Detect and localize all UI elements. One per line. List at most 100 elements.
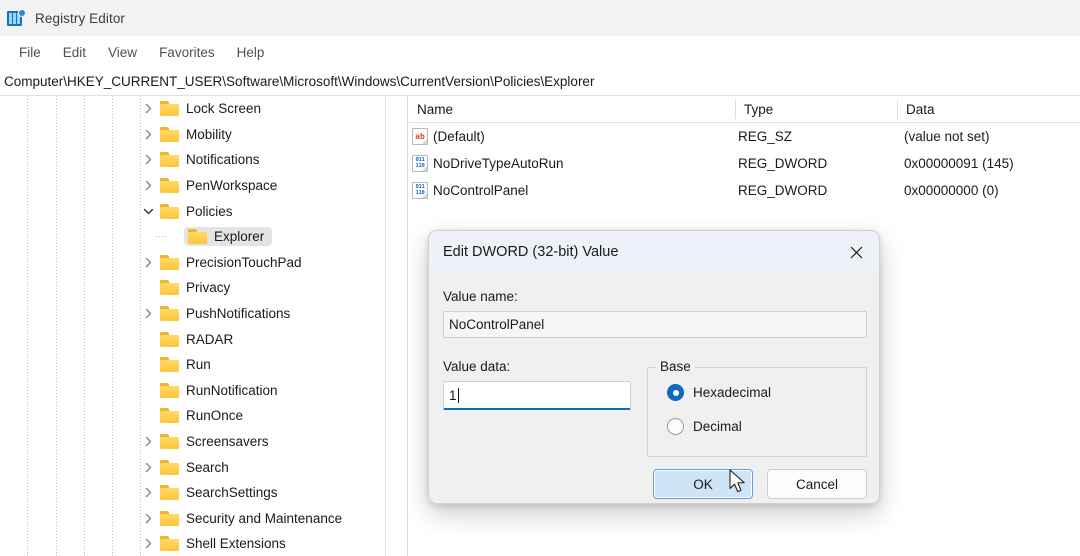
chevron-right-icon[interactable] — [140, 459, 156, 475]
chevron-down-icon[interactable] — [140, 203, 156, 219]
tree-item-label: RADAR — [186, 332, 233, 347]
chevron-right-icon[interactable] — [140, 306, 156, 322]
value-data-cell: 0x00000000 (0) — [904, 177, 1080, 204]
tree-item-content[interactable]: Privacy — [156, 278, 238, 297]
menu-item-help[interactable]: Help — [226, 42, 276, 63]
address-bar[interactable]: Computer\HKEY_CURRENT_USER\Software\Micr… — [0, 68, 1080, 96]
tree-item-explorer[interactable]: Explorer — [0, 224, 385, 250]
tree-item-run[interactable]: Run — [0, 352, 385, 378]
column-header-data[interactable]: Data — [898, 96, 1080, 123]
tree-item-label: Security and Maintenance — [186, 511, 342, 526]
tree-item-label: Mobility — [186, 127, 232, 142]
tree-item-mobility[interactable]: Mobility — [0, 122, 385, 148]
value-data-cell: (value not set) — [904, 123, 1080, 150]
chevron-right-icon[interactable] — [140, 152, 156, 168]
chevron-right-icon[interactable] — [140, 485, 156, 501]
value-data-text: 1 — [449, 388, 457, 403]
tree-item-content[interactable]: RunOnce — [156, 406, 251, 425]
tree-item-precisiontouchpad[interactable]: PrecisionTouchPad — [0, 250, 385, 276]
tree-item-content[interactable]: RunNotification — [156, 381, 286, 400]
radio-hexadecimal-indicator[interactable] — [667, 384, 684, 401]
tree-item-content[interactable]: PushNotifications — [156, 304, 298, 323]
tree-item-shell-extensions[interactable]: Shell Extensions — [0, 531, 385, 556]
tree-item-content[interactable]: Notifications — [156, 150, 268, 169]
value-data-label: Value data: — [443, 359, 510, 374]
tree-item-content[interactable]: Search — [156, 458, 237, 477]
tree-item-searchsettings[interactable]: SearchSettings — [0, 480, 385, 506]
close-icon[interactable] — [833, 231, 879, 273]
tree-item-label: PenWorkspace — [186, 178, 277, 193]
tree-item-content[interactable]: RADAR — [156, 330, 241, 349]
tree-item-content[interactable]: Policies — [156, 202, 241, 221]
tree-item-pushnotifications[interactable]: PushNotifications — [0, 301, 385, 327]
tree-item-runonce[interactable]: RunOnce — [0, 403, 385, 429]
dialog-title: Edit DWORD (32-bit) Value — [443, 244, 618, 260]
chevron-right-icon[interactable] — [140, 101, 156, 117]
tree-item-lock-screen[interactable]: Lock Screen — [0, 96, 385, 122]
folder-icon — [160, 485, 179, 500]
chevron-right-icon[interactable] — [140, 536, 156, 552]
tree-item-label: PushNotifications — [186, 306, 290, 321]
values-list-rows: ab(Default)REG_SZ(value not set)011110No… — [409, 123, 1080, 204]
pane-splitter[interactable] — [385, 96, 408, 556]
menu-bar: File Edit View Favorites Help — [0, 36, 1080, 68]
value-data-input[interactable]: 1 — [443, 381, 631, 410]
tree-item-privacy[interactable]: Privacy — [0, 275, 385, 301]
menu-item-file[interactable]: File — [8, 42, 52, 63]
tree-item-notifications[interactable]: Notifications — [0, 147, 385, 173]
tree-item-runnotification[interactable]: RunNotification — [0, 378, 385, 404]
chevron-right-icon[interactable] — [140, 126, 156, 142]
value-name-cell: 011110NoControlPanel — [412, 177, 735, 204]
tree-item-content[interactable]: Run — [156, 355, 219, 374]
tree-item-content[interactable]: PenWorkspace — [156, 176, 285, 195]
registry-tree-pane[interactable]: Lock Screen Mobility Notifications PenWorks… — [0, 96, 385, 556]
folder-icon — [160, 536, 179, 551]
chevron-right-icon[interactable] — [140, 178, 156, 194]
tree-item-label: Screensavers — [186, 434, 269, 449]
registry-path: Computer\HKEY_CURRENT_USER\Software\Micr… — [4, 74, 594, 89]
folder-icon — [160, 511, 179, 526]
menu-item-view[interactable]: View — [97, 42, 148, 63]
folder-icon — [160, 127, 179, 142]
value-row[interactable]: 011110NoDriveTypeAutoRunREG_DWORD0x00000… — [409, 150, 1080, 177]
tree-item-penworkspace[interactable]: PenWorkspace — [0, 173, 385, 199]
chevron-right-icon[interactable] — [140, 510, 156, 526]
tree-item-security-and-maintenance[interactable]: Security and Maintenance — [0, 506, 385, 532]
radio-decimal-indicator[interactable] — [667, 418, 684, 435]
tree-item-content[interactable]: Security and Maintenance — [156, 509, 350, 528]
ok-button[interactable]: OK — [653, 469, 753, 499]
tree-item-policies[interactable]: Policies — [0, 198, 385, 224]
value-name-text: (Default) — [433, 129, 485, 144]
dialog-body: Value name: NoControlPanel Value data: 1… — [429, 273, 879, 504]
tree-item-content[interactable]: Explorer — [184, 227, 272, 246]
radio-decimal[interactable]: Decimal — [667, 418, 742, 435]
value-type-cell: REG_DWORD — [738, 150, 897, 177]
column-header-type[interactable]: Type — [736, 96, 897, 123]
tree-item-content[interactable]: Mobility — [156, 125, 240, 144]
chevron-right-icon[interactable] — [140, 254, 156, 270]
tree-item-content[interactable]: SearchSettings — [156, 483, 286, 502]
dialog-title-bar: Edit DWORD (32-bit) Value — [429, 231, 879, 273]
tree-item-radar[interactable]: RADAR — [0, 326, 385, 352]
tree-item-label: RunNotification — [186, 383, 278, 398]
folder-icon — [160, 178, 179, 193]
tree-item-screensavers[interactable]: Screensavers — [0, 429, 385, 455]
value-name-input[interactable]: NoControlPanel — [443, 311, 867, 338]
value-name-label: Value name: — [443, 289, 518, 304]
folder-icon — [160, 204, 179, 219]
tree-item-label: SearchSettings — [186, 485, 278, 500]
cancel-button[interactable]: Cancel — [767, 469, 867, 499]
value-row[interactable]: ab(Default)REG_SZ(value not set) — [409, 123, 1080, 150]
tree-item-search[interactable]: Search — [0, 454, 385, 480]
tree-item-content[interactable]: Lock Screen — [156, 99, 269, 118]
radio-hexadecimal[interactable]: Hexadecimal — [667, 384, 771, 401]
tree-item-content[interactable]: Shell Extensions — [156, 534, 294, 553]
tree-connector-line — [156, 236, 166, 237]
tree-item-content[interactable]: Screensavers — [156, 432, 277, 451]
tree-item-content[interactable]: PrecisionTouchPad — [156, 253, 310, 272]
menu-item-edit[interactable]: Edit — [52, 42, 97, 63]
column-header-name[interactable]: Name — [409, 96, 735, 123]
menu-item-favorites[interactable]: Favorites — [148, 42, 226, 63]
value-row[interactable]: 011110NoControlPanelREG_DWORD0x00000000 … — [409, 177, 1080, 204]
chevron-right-icon[interactable] — [140, 434, 156, 450]
